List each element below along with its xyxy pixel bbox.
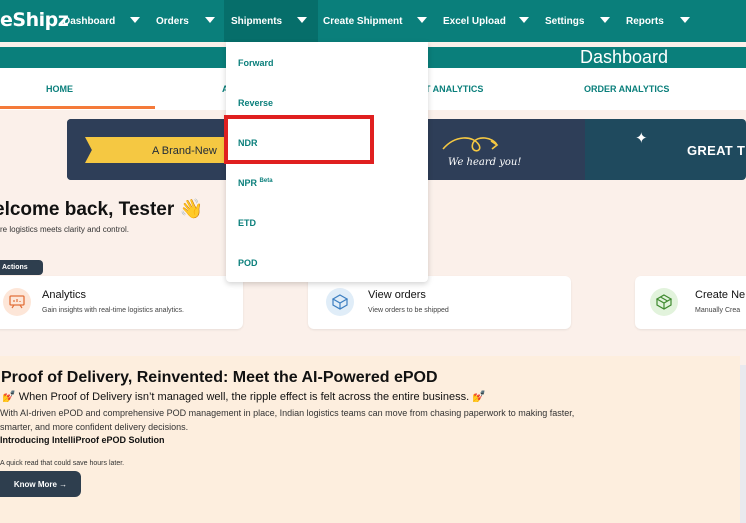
dropdown-item-pod[interactable]: POD xyxy=(238,258,258,268)
chevron-down-icon[interactable] xyxy=(205,17,215,23)
epod-quick-read: A quick read that could save hours later… xyxy=(0,460,125,467)
nav-reports[interactable]: Reports xyxy=(626,0,664,42)
analytics-card[interactable]: Analytics Gain insights with real-time l… xyxy=(0,276,243,329)
chevron-down-icon[interactable] xyxy=(130,17,140,23)
create-new-card[interactable]: Create Ne Manually Crea xyxy=(635,276,746,329)
banner-right-text: GREAT T xyxy=(687,143,746,158)
card-subtitle: Gain insights with real-time logistics a… xyxy=(42,307,184,314)
card-title: Create Ne xyxy=(695,289,746,301)
arrow-doodle-icon xyxy=(442,137,499,152)
page-title: Dashboard xyxy=(580,47,669,67)
nav-excel-upload-label: Excel Upload xyxy=(443,15,506,27)
chevron-down-icon[interactable] xyxy=(519,17,529,23)
active-tab-indicator xyxy=(0,106,155,109)
box-icon xyxy=(326,288,354,316)
nav-excel-upload[interactable]: Excel Upload xyxy=(443,0,506,42)
nav-create-shipment-label: Create Shipment xyxy=(323,15,403,27)
nav-settings[interactable]: Settings xyxy=(545,0,584,42)
nav-create-shipment[interactable]: Create Shipment xyxy=(323,0,402,42)
nav-settings-label: Settings xyxy=(545,15,585,27)
dropdown-item-etd[interactable]: ETD xyxy=(238,218,256,228)
card-title: Analytics xyxy=(42,289,87,301)
epod-body: With AI-driven ePOD and comprehensive PO… xyxy=(0,408,575,432)
dropdown-item-forward[interactable]: Forward xyxy=(238,58,274,68)
top-navbar: eShipz Dashboard Orders Shipments Create… xyxy=(0,0,746,42)
banner-heard-text: We heard you! xyxy=(448,157,522,168)
tab-home[interactable]: HOME xyxy=(46,84,73,94)
nav-dashboard[interactable]: Dashboard xyxy=(63,0,115,42)
card-subtitle: View orders to be shipped xyxy=(368,307,449,314)
welcome-heading: elcome back, Tester 👋 xyxy=(0,199,204,220)
view-orders-card[interactable]: View orders View orders to be shipped xyxy=(308,276,571,329)
beta-badge: Beta xyxy=(259,178,273,184)
nav-reports-label: Reports xyxy=(626,15,664,27)
nav-orders[interactable]: Orders xyxy=(156,0,189,42)
package-icon xyxy=(650,288,678,316)
chart-board-icon xyxy=(3,288,31,316)
banner-ribbon-text: A Brand-New xyxy=(152,145,217,157)
epod-intro: Introducing IntelliProof ePOD Solution xyxy=(0,435,165,445)
card-title: View orders xyxy=(368,289,426,301)
know-more-button[interactable]: Know More → xyxy=(0,471,81,497)
epod-side-panel xyxy=(740,365,746,523)
welcome-subtitle: re logistics meets clarity and control. xyxy=(0,225,129,234)
tab-shipment-analytics[interactable]: T ANALYTICS xyxy=(425,84,483,94)
chevron-down-icon[interactable] xyxy=(297,17,307,23)
card-subtitle: Manually Crea xyxy=(695,307,741,314)
chevron-down-icon[interactable] xyxy=(417,17,427,23)
nav-shipments-label: Shipments xyxy=(231,15,283,27)
epod-tagline: 💅 When Proof of Delivery isn’t managed w… xyxy=(2,391,486,403)
tab-order-analytics[interactable]: ORDER ANALYTICS xyxy=(584,84,669,94)
chevron-down-icon[interactable] xyxy=(680,17,690,23)
chevron-down-icon[interactable] xyxy=(600,17,610,23)
dropdown-item-npr[interactable]: NPR Beta xyxy=(238,178,273,188)
dropdown-item-npr-label: NPR xyxy=(238,178,258,188)
logo[interactable]: eShipz xyxy=(0,9,69,31)
ndr-highlight-box xyxy=(224,115,374,164)
actions-badge: Actions xyxy=(0,260,43,275)
epod-title: Proof of Delivery, Reinvented: Meet the … xyxy=(1,369,438,386)
nav-dashboard-label: Dashboard xyxy=(63,15,116,27)
dropdown-item-reverse[interactable]: Reverse xyxy=(238,98,273,108)
sparkle-icon: ✦ xyxy=(635,130,648,147)
nav-orders-label: Orders xyxy=(156,15,189,27)
